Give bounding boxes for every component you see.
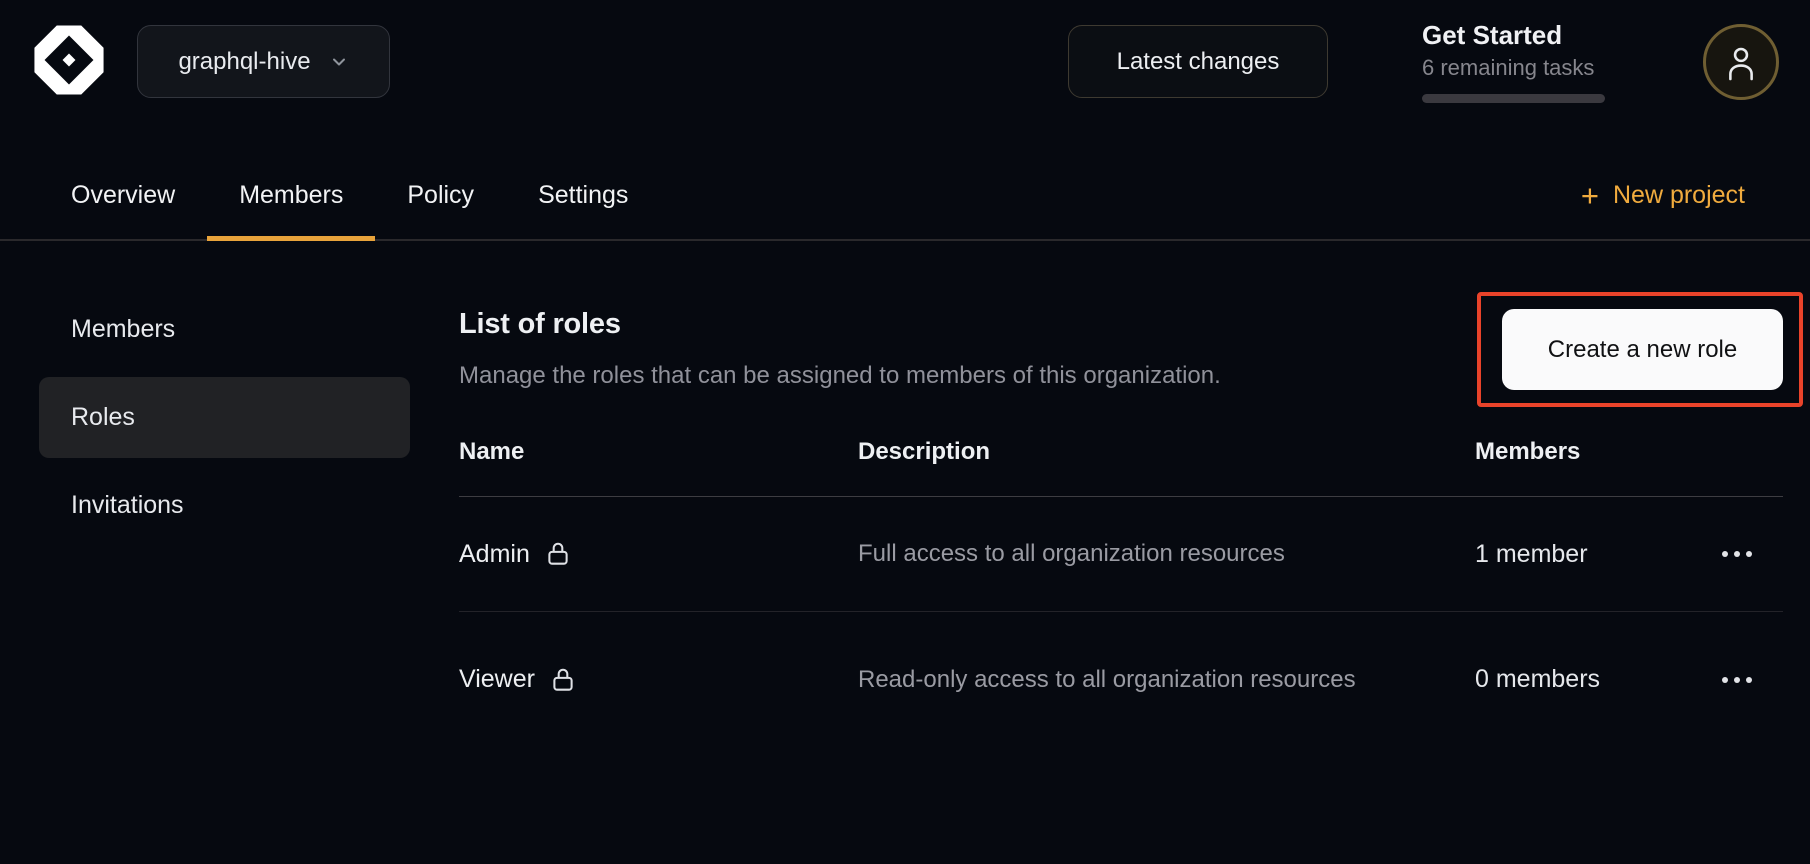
sidebar-item-roles[interactable]: Roles <box>39 377 410 458</box>
new-project-label: New project <box>1613 181 1745 210</box>
hive-logo-icon[interactable] <box>33 20 105 100</box>
role-description: Read-only access to all organization res… <box>858 663 1475 697</box>
get-started-widget[interactable]: Get Started 6 remaining tasks <box>1422 19 1612 103</box>
tab-policy-label: Policy <box>407 181 474 210</box>
roles-header: List of roles Manage the roles that can … <box>459 308 1459 390</box>
organization-members-page: graphql-hive Latest changes Get Started … <box>0 0 1810 864</box>
get-started-remaining-tasks: 6 remaining tasks <box>1422 55 1612 81</box>
get-started-title: Get Started <box>1422 19 1612 51</box>
page-subtitle: Manage the roles that can be assigned to… <box>459 362 1459 390</box>
tab-policy[interactable]: Policy <box>375 150 506 241</box>
members-sidebar: Members Roles Invitations <box>39 289 410 553</box>
column-header-members: Members <box>1475 438 1690 466</box>
role-description: Full access to all organization resource… <box>858 537 1475 571</box>
new-project-button[interactable]: + New project <box>1581 150 1745 241</box>
lock-icon <box>550 666 576 694</box>
roles-table-header: Name Description Members <box>459 430 1783 497</box>
tab-settings[interactable]: Settings <box>506 150 660 241</box>
ellipsis-icon[interactable] <box>1712 541 1762 567</box>
latest-changes-label: Latest changes <box>1117 48 1280 76</box>
organization-name: graphql-hive <box>178 48 310 76</box>
organization-tabs: Overview Members Policy Settings <box>39 150 660 241</box>
ellipsis-icon[interactable] <box>1712 667 1762 693</box>
get-started-progress-bar <box>1422 94 1605 103</box>
sidebar-item-members-label: Members <box>71 315 175 344</box>
sidebar-item-invitations[interactable]: Invitations <box>39 465 410 546</box>
sidebar-item-members[interactable]: Members <box>39 289 410 370</box>
lock-icon <box>545 540 571 568</box>
table-row-admin: Admin Full access to all organization re… <box>459 497 1783 612</box>
tab-settings-label: Settings <box>538 181 628 210</box>
page-title: List of roles <box>459 308 1459 340</box>
role-name: Admin <box>459 540 530 569</box>
column-header-name: Name <box>459 438 858 466</box>
roles-table: Name Description Members Admin Full acce… <box>459 430 1783 747</box>
sidebar-item-roles-label: Roles <box>71 403 135 432</box>
user-icon <box>1724 43 1758 81</box>
create-new-role-button[interactable]: Create a new role <box>1502 309 1783 390</box>
organization-selector[interactable]: graphql-hive <box>137 25 390 98</box>
tab-members-label: Members <box>239 181 343 210</box>
latest-changes-button[interactable]: Latest changes <box>1068 25 1328 98</box>
role-member-count: 0 members <box>1475 665 1690 694</box>
tab-overview-label: Overview <box>71 181 175 210</box>
column-header-description: Description <box>858 438 1475 466</box>
chevron-down-icon <box>329 52 349 72</box>
sidebar-item-invitations-label: Invitations <box>71 491 184 520</box>
plus-icon: + <box>1581 180 1599 211</box>
tab-overview[interactable]: Overview <box>39 150 207 241</box>
tab-members[interactable]: Members <box>207 150 375 241</box>
user-avatar[interactable] <box>1703 24 1779 100</box>
table-row-viewer: Viewer Read-only access to all organizat… <box>459 612 1783 747</box>
role-name: Viewer <box>459 665 535 694</box>
role-member-count: 1 member <box>1475 540 1690 569</box>
